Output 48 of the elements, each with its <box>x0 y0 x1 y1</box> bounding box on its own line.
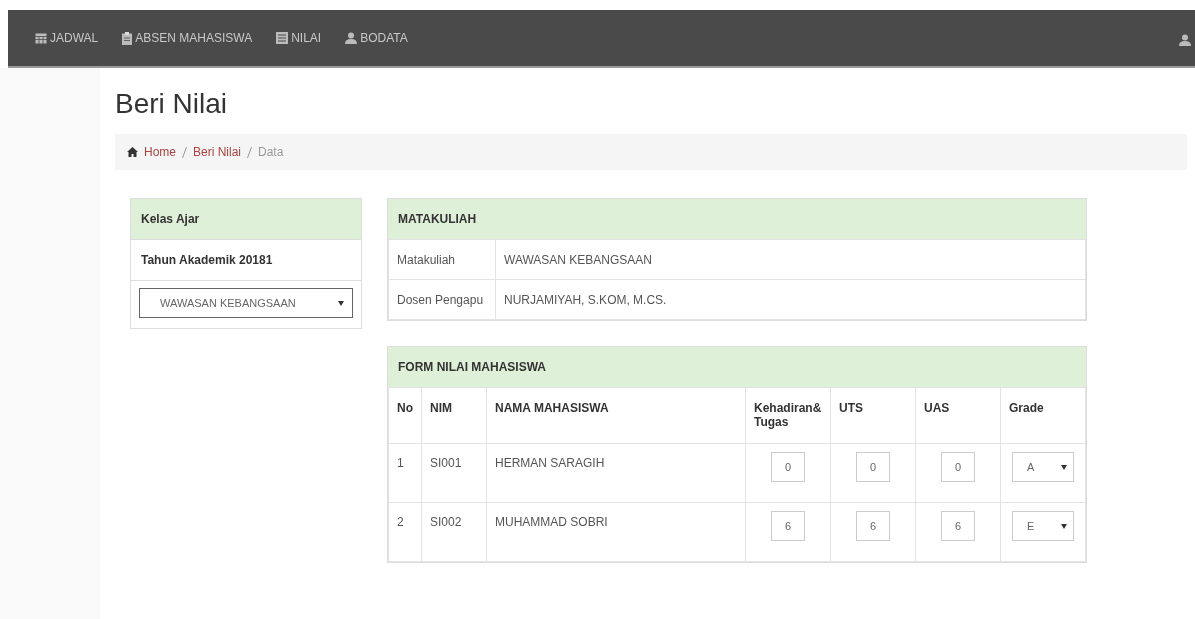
table-cell: SI002 <box>421 502 487 562</box>
course-select[interactable]: WAWASAN KEBANGSAAN <box>139 288 353 318</box>
score-field[interactable]: 6 <box>856 511 890 541</box>
table-cell: WAWASAN KEBANGSAAN <box>495 239 1086 280</box>
nav-link[interactable]: ABSEN MAHASISWA <box>122 31 253 45</box>
panel-heading: Kelas Ajar <box>131 199 361 239</box>
column-header: Kehadiran& Tugas <box>745 387 831 444</box>
academic-year: Tahun Akademik 20181 <box>131 239 361 280</box>
table-cell: Matakuliah <box>388 239 496 280</box>
home-icon <box>127 147 138 157</box>
panel-heading: MATAKULIAH <box>388 199 1086 239</box>
nav-link[interactable]: JADWAL <box>35 31 99 45</box>
score-field[interactable]: 6 <box>941 511 975 541</box>
score-field[interactable]: 0 <box>941 452 975 482</box>
user-icon <box>1179 34 1191 46</box>
slash-divider-icon <box>247 146 253 158</box>
table-cell: 2 <box>388 502 422 562</box>
table-cell: SI001 <box>421 443 487 503</box>
breadcrumb-link[interactable]: Home <box>144 145 176 159</box>
column-header: Grade <box>1000 387 1086 444</box>
table-cell: NURJAMIYAH, S.KOM, M.CS. <box>495 279 1086 320</box>
breadcrumb-current: Data <box>258 145 284 159</box>
column-header: No <box>388 387 422 444</box>
table-cell: MUHAMMAD SOBRI <box>486 502 746 562</box>
score-field[interactable]: 0 <box>856 452 890 482</box>
table-cell: HERMAN SARAGIH <box>486 443 746 503</box>
grade-select[interactable]: E <box>1012 511 1074 541</box>
list-icon <box>276 32 289 44</box>
column-header: NIM <box>421 387 487 444</box>
grade-select[interactable]: A <box>1012 452 1074 482</box>
score-field[interactable]: 0 <box>771 452 805 482</box>
clipboard-icon <box>122 31 133 45</box>
caret-icon <box>1061 464 1067 470</box>
breadcrumb-link[interactable]: Beri Nilai <box>193 145 242 159</box>
nav-link[interactable]: BODATA <box>345 31 408 45</box>
slash-divider-icon <box>182 146 187 158</box>
page-title: Beri Nilai <box>115 88 229 120</box>
caret-icon <box>338 300 344 306</box>
column-header: UTS <box>830 387 916 444</box>
score-field[interactable]: 6 <box>771 511 805 541</box>
table-cell: Dosen Pengapu <box>388 279 496 320</box>
nav-link[interactable]: NILAI <box>276 31 322 45</box>
user-icon <box>345 32 358 44</box>
column-header: NAMA MAHASISWA <box>486 387 746 444</box>
table-cell: 1 <box>388 443 422 503</box>
column-header: UAS <box>915 387 1001 444</box>
caret-icon <box>1061 523 1067 529</box>
panel-heading: FORM NILAI MAHASISWA <box>388 347 1086 387</box>
